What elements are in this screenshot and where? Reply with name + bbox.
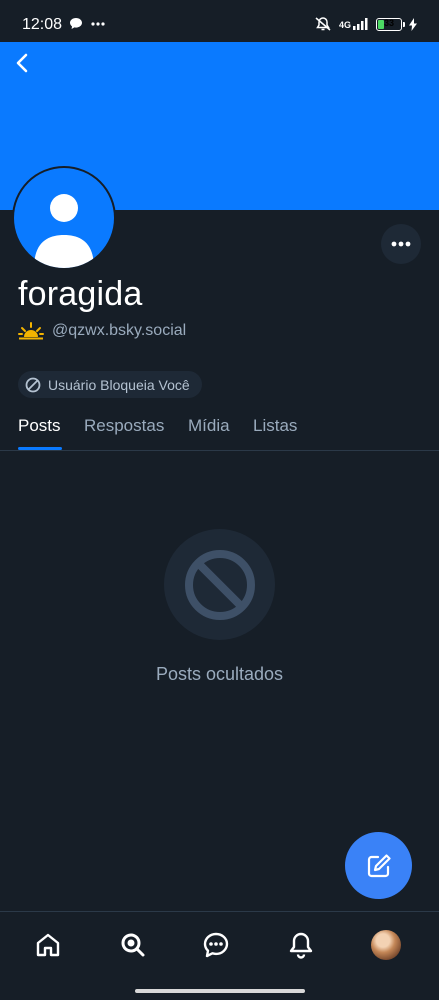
status-right-icons: 4G 33 — [314, 16, 417, 32]
blocked-badge-label: Usuário Bloqueia Você — [48, 376, 190, 393]
nav-home[interactable] — [32, 929, 64, 961]
more-dots-icon — [91, 21, 105, 26]
ellipsis-icon — [391, 241, 411, 247]
tab-midia[interactable]: Mídia — [188, 416, 230, 436]
default-avatar-icon — [14, 168, 114, 268]
home-indicator[interactable] — [135, 989, 305, 993]
ban-small-icon — [25, 377, 41, 392]
compose-icon — [367, 853, 391, 877]
display-name: foragida — [18, 275, 143, 313]
signal-indicator: 4G — [339, 18, 369, 30]
blocked-badge: Usuário Bloqueia Você — [18, 371, 202, 398]
handle-row: @qzwx.bsky.social — [18, 322, 186, 340]
chat-bubble-icon — [70, 18, 82, 29]
bottom-nav — [0, 911, 439, 1000]
empty-state-text: Posts ocultados — [155, 664, 284, 684]
profile-avatar[interactable] — [12, 166, 116, 270]
nav-chat[interactable] — [200, 929, 232, 961]
active-tab-indicator — [18, 447, 62, 450]
signal-icon — [353, 18, 368, 30]
battery-cap — [403, 21, 405, 27]
back-button[interactable] — [10, 51, 34, 75]
ban-icon — [164, 529, 275, 640]
tab-posts[interactable]: Posts — [18, 416, 61, 436]
chevron-left-icon — [16, 53, 28, 73]
nav-search[interactable] — [117, 929, 149, 961]
home-icon — [36, 933, 60, 957]
nav-notifications[interactable] — [285, 929, 317, 961]
battery-icon: 33 — [376, 17, 405, 31]
profile-avatar-thumbnail — [371, 930, 401, 960]
profile-tabs: Posts Respostas Mídia Listas — [0, 400, 439, 451]
status-bar: 12:08 4G 33 — [0, 0, 439, 42]
sunrise-icon — [18, 322, 44, 340]
muted-bell-icon — [315, 17, 331, 31]
chat-icon — [203, 932, 229, 958]
bell-icon — [289, 932, 313, 959]
more-options-button[interactable] — [381, 224, 421, 264]
search-icon — [121, 933, 145, 957]
network-label: 4G — [338, 20, 351, 30]
tab-listas[interactable]: Listas — [253, 416, 297, 436]
status-notification-icons — [69, 17, 105, 30]
charging-bolt-icon — [409, 17, 417, 31]
nav-profile[interactable] — [370, 929, 402, 961]
compose-button[interactable] — [345, 832, 412, 899]
status-time: 12:08 — [22, 16, 63, 33]
profile-handle: @qzwx.bsky.social — [52, 322, 187, 339]
tab-respostas[interactable]: Respostas — [84, 416, 164, 436]
battery-percent: 33 — [383, 17, 394, 28]
